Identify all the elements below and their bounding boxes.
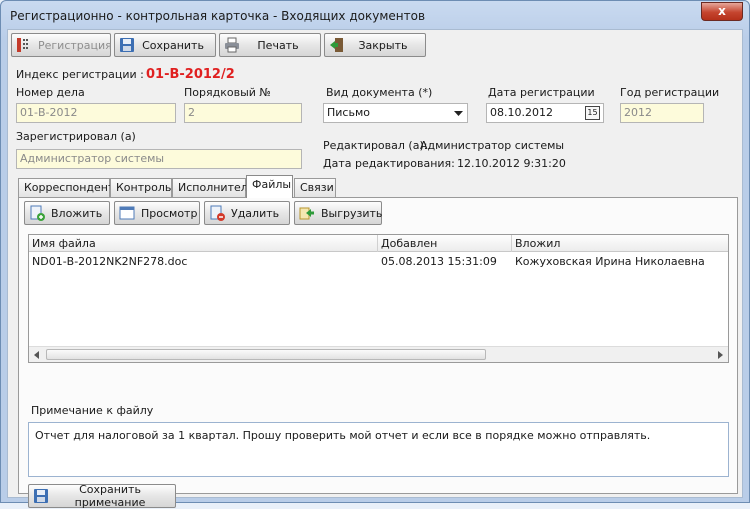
table-row[interactable]: ND01-В-2012NK2NF278.doc 05.08.2013 15:31… <box>29 253 728 271</box>
view-file-label: Просмотр <box>141 206 198 220</box>
reg-date-label: Дата регистрации <box>488 86 595 99</box>
main-window: Регистрационно - контрольная карточка - … <box>0 0 750 509</box>
doc-type-value: Письмо <box>327 106 370 119</box>
title-bar: Регистрационно - контрольная карточка - … <box>1 1 749 29</box>
registration-button[interactable]: Регистрация <box>11 33 112 57</box>
chevron-down-icon <box>454 111 463 116</box>
reg-index-value: 01-В-2012/2 <box>146 67 235 82</box>
case-number-label: Номер дела <box>16 86 85 99</box>
registration-button-label: Регистрация <box>38 38 112 52</box>
files-table-header: Имя файла Добавлен Вложил <box>29 235 728 252</box>
floppy-disk-icon <box>34 489 48 503</box>
client-area: Регистрация Сохранить Печать Закрыть Инд… <box>7 29 743 509</box>
files-table: Имя файла Добавлен Вложил ND01-В-2012NK2… <box>28 234 729 363</box>
upload-file-label: Вложить <box>51 206 103 220</box>
note-label: Примечание к файлу <box>31 404 154 417</box>
edit-date-label: Дата редактирования: <box>323 157 455 170</box>
reg-date-value: 08.10.2012 <box>490 106 553 119</box>
add-file-icon <box>30 205 45 221</box>
reg-year-label: Год регистрации <box>620 86 720 99</box>
edited-by-value: Администратор системы <box>420 139 565 152</box>
tab-control[interactable]: Контроль <box>110 178 172 197</box>
save-note-button[interactable]: Сохранить примечание <box>28 483 176 509</box>
table-cell-added: 05.08.2013 15:31:09 <box>381 255 497 268</box>
ordinal-field[interactable]: 2 <box>184 103 302 123</box>
table-cell-attached-by: Кожуховская Ирина Николаевна <box>515 255 705 268</box>
scroll-left-icon[interactable] <box>34 351 39 359</box>
horizontal-scrollbar[interactable] <box>29 346 728 362</box>
column-header-filename[interactable]: Имя файла <box>29 235 378 252</box>
window-close-button[interactable]: x <box>701 2 743 21</box>
upload-file-button[interactable]: Вложить <box>24 201 110 225</box>
printer-icon <box>225 37 239 53</box>
calendar-icon[interactable]: 15 <box>585 106 600 120</box>
note-textarea[interactable]: Отчет для налоговой за 1 квартал. Прошу … <box>28 422 729 477</box>
print-button[interactable]: Печать <box>219 33 321 57</box>
close-button-label: Закрыть <box>358 38 408 52</box>
files-tab-panel: Вложить Просмотр Удалить Выгрузить Имя ф… <box>18 197 738 509</box>
doc-type-select[interactable]: Письмо <box>323 103 468 123</box>
delete-file-icon <box>210 205 225 221</box>
export-arrow-icon <box>299 207 314 220</box>
column-header-attached-by[interactable]: Вложил <box>512 235 728 252</box>
save-button[interactable]: Сохранить <box>114 33 216 57</box>
reg-index-label: Индекс регистрации : <box>16 68 144 81</box>
registered-by-label: Зарегистрировал (а) <box>16 130 136 143</box>
view-file-button[interactable]: Просмотр <box>114 201 200 225</box>
ordinal-label: Порядковый № <box>184 86 271 99</box>
edited-by-label: Редактировал (а): <box>323 139 428 152</box>
scroll-right-icon[interactable] <box>718 351 723 359</box>
tab-links[interactable]: Связи <box>294 178 336 197</box>
print-button-label: Печать <box>257 38 299 52</box>
reg-year-field[interactable]: 2012 <box>620 103 704 123</box>
window-title: Регистрационно - контрольная карточка - … <box>10 9 426 23</box>
column-header-added[interactable]: Добавлен <box>378 235 512 252</box>
table-cell-filename: ND01-В-2012NK2NF278.doc <box>32 255 188 268</box>
view-window-icon <box>119 206 135 220</box>
tab-correspondent[interactable]: Корреспондент <box>18 178 114 197</box>
registered-by-field[interactable]: Администратор системы <box>16 149 302 169</box>
tab-executors[interactable]: Исполнители <box>172 178 255 197</box>
edit-date-value: 12.10.2012 9:31:20 <box>457 157 566 170</box>
delete-file-label: Удалить <box>231 206 280 220</box>
save-button-label: Сохранить <box>142 38 204 52</box>
tab-files[interactable]: Файлы <box>246 175 293 198</box>
case-number-field[interactable]: 01-В-2012 <box>16 103 176 123</box>
scrollbar-thumb[interactable] <box>46 349 486 360</box>
export-file-label: Выгрузить <box>321 206 383 220</box>
floppy-disk-icon <box>120 38 134 52</box>
delete-file-button[interactable]: Удалить <box>204 201 290 225</box>
registration-icon <box>17 38 28 52</box>
reg-date-field[interactable]: 08.10.2012 15 <box>486 103 604 123</box>
save-note-label: Сохранить примечание <box>74 483 146 509</box>
export-file-button[interactable]: Выгрузить <box>294 201 382 225</box>
close-button[interactable]: Закрыть <box>324 33 426 57</box>
exit-door-icon <box>330 38 343 52</box>
doc-type-label: Вид документа (*) <box>326 86 433 99</box>
